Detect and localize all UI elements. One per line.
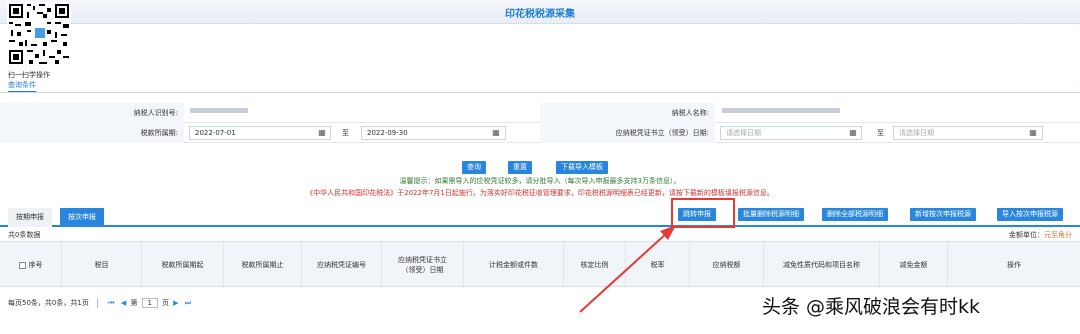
page: 印花税税源采集 扫一扫学操作 查询条件 纳税人识别号: 纳税人名称: 税款所属期…: [0, 0, 1080, 334]
watermark: 头条 @乘风破浪会有时kk: [762, 296, 981, 318]
annotation-arrow-icon: [579, 225, 676, 313]
